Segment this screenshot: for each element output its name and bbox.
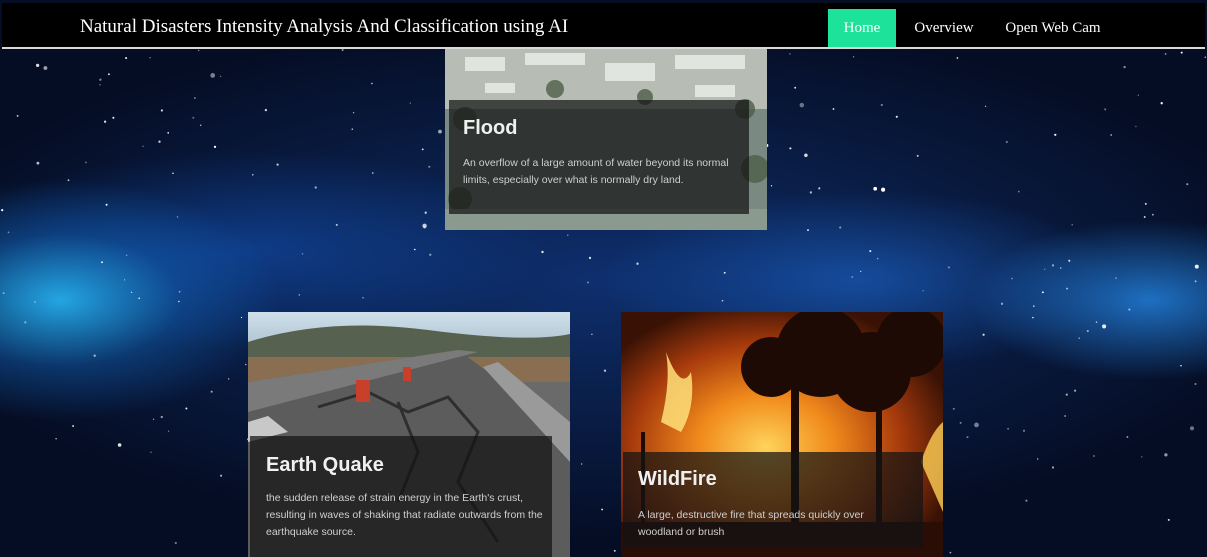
flood-card[interactable]: Flood An overflow of a large amount of w… — [445, 49, 767, 230]
wildfire-description: A large, destructive fire that spreads q… — [638, 509, 864, 538]
earthquake-description: the sudden release of strain energy in t… — [266, 492, 543, 538]
wildfire-title: WildFire — [638, 468, 717, 490]
flood-description: An overflow of a large amount of water b… — [463, 157, 729, 186]
nav-home[interactable]: Home — [828, 9, 896, 47]
earthquake-title: Earth Quake — [266, 454, 384, 476]
nav-open-web-cam[interactable]: Open Web Cam — [996, 9, 1110, 47]
navbar: Natural Disasters Intensity Analysis And… — [2, 3, 1205, 49]
wildfire-card[interactable]: WildFire A large, destructive fire that … — [621, 312, 943, 557]
site-title: Natural Disasters Intensity Analysis And… — [80, 16, 569, 37]
nav-overview[interactable]: Overview — [906, 9, 982, 47]
flood-title: Flood — [463, 117, 518, 139]
earthquake-card[interactable]: Earth Quake the sudden release of strain… — [248, 312, 570, 557]
